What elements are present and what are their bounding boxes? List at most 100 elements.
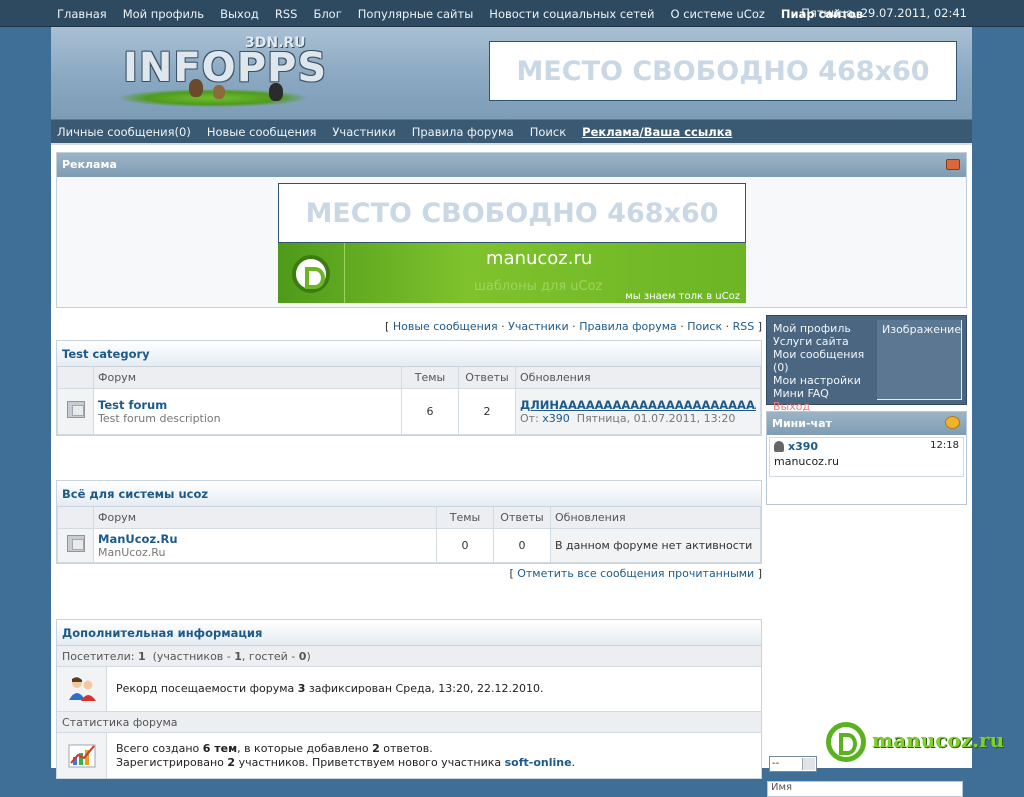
advertising-block-header: Реклама <box>57 153 966 177</box>
quicklink-forum-rules[interactable]: Правила форума <box>579 320 677 333</box>
subnav-advertising-link[interactable]: Реклама/Ваша ссылка <box>582 125 732 139</box>
forum-category: Всё для системы ucoz Форум Темы Ответы О… <box>56 480 762 564</box>
forum-status-cell <box>57 387 94 435</box>
user-menu: Мой профиль Услуги сайта Мои сообщения (… <box>766 315 967 413</box>
last-post-title-link[interactable]: ДЛИНАААААААААААААААААААААААААА... <box>520 398 756 412</box>
manucoz-logo-icon <box>292 255 330 293</box>
chat-name-input[interactable]: Имя <box>767 781 963 797</box>
manucoz-banner-subtitle: шаблоны для uCoz <box>474 279 603 294</box>
forum-stats-label: Статистика форума <box>57 712 761 733</box>
stats-icon-cell <box>57 733 107 778</box>
topnav-popular-sites-link[interactable]: Популярные сайты <box>358 7 474 21</box>
user-menu-links: Мой профиль Услуги сайта Мои сообщения (… <box>773 322 877 413</box>
banner-divider <box>344 243 345 303</box>
usermenu-profile-link[interactable]: Мой профиль <box>773 322 877 335</box>
mark-read-links: [ Отметить все сообщения прочитанными ] <box>509 567 762 580</box>
usermenu-services-link[interactable]: Услуги сайта <box>773 335 877 348</box>
avatar: Изображение <box>877 320 962 400</box>
users-icon <box>69 677 96 701</box>
chat-bubble-icon[interactable] <box>945 416 960 429</box>
quicklink-members[interactable]: Участники <box>508 320 569 333</box>
stats-text: Всего создано 6 тем, в которые добавлено… <box>116 741 576 769</box>
chat-message: x390 12:18 manucoz.ru <box>769 437 964 477</box>
column-header-topics: Темы <box>401 367 459 389</box>
subnav-forum-rules-link[interactable]: Правила форума <box>412 125 514 139</box>
subnav-new-messages-link[interactable]: Новые сообщения <box>207 125 317 139</box>
visitors-guests-count: 0 <box>298 650 307 663</box>
topnav-blog-link[interactable]: Блог <box>313 7 341 21</box>
record-text: Рекорд посещаемости форума 3 зафиксирова… <box>116 682 544 695</box>
forum-name-link[interactable]: Test forum <box>98 398 167 412</box>
forum-folder-icon <box>66 401 85 418</box>
manucoz-ad-banner[interactable]: manucoz.ru шаблоны для uCoz мы знаем тол… <box>278 243 746 303</box>
topnav-profile-link[interactable]: Мой профиль <box>123 7 204 21</box>
subnav-members-link[interactable]: Участники <box>332 125 395 139</box>
forum-topics-count: 6 <box>401 387 459 435</box>
record-count: 3 <box>297 682 306 695</box>
subnav-private-messages-link[interactable]: Личные сообщения(0) <box>57 125 191 139</box>
logo-subtext: 3DN.RU <box>245 35 306 51</box>
mark-all-read-link[interactable]: Отметить все сообщения прочитанными <box>517 567 754 580</box>
page-frame: INFOPPS 3DN.RU МЕСТО СВОБОДНО 468x60 Лич… <box>51 27 972 797</box>
category-title[interactable]: Test category <box>57 341 761 367</box>
stats-users-count: 2 <box>227 755 236 769</box>
current-datetime: Пятница, 29.07.2011, 02:41 <box>801 6 967 20</box>
top-navigation-bar: Главная Мой профиль Выход RSS Блог Попул… <box>0 0 1024 27</box>
mini-chat-header: Мини-чат <box>767 412 966 435</box>
stats-topics-count: 6 тем <box>202 741 238 755</box>
forum-info-cell: ManUcoz.Ru ManUcoz.Ru <box>93 527 437 563</box>
mini-chat: Мини-чат x390 12:18 manucoz.ru <box>766 411 967 505</box>
visitors-count: 1 <box>137 650 146 663</box>
record-icon-cell <box>57 667 107 711</box>
topnav-social-news-link[interactable]: Новости социальных сетей <box>489 7 654 21</box>
usermenu-settings-link[interactable]: Мои настройки <box>773 374 877 387</box>
watermark-text: manucoz.ru <box>872 728 1005 752</box>
forum-description: Test forum description <box>98 411 221 425</box>
topnav-about-ucoz-link[interactable]: О системе uCoz <box>671 7 765 21</box>
usermenu-faq-link[interactable]: Мини FAQ <box>773 387 877 400</box>
usermenu-messages-link[interactable]: Мои сообщения (0) <box>773 348 877 374</box>
forum-info-cell: Test forum Test forum description <box>93 387 402 435</box>
last-post-author-link[interactable]: x390 <box>542 412 570 425</box>
forum-name-link[interactable]: ManUcoz.Ru <box>98 532 178 546</box>
briefcase-icon[interactable] <box>946 159 960 170</box>
forum-category: Test category Форум Темы Ответы Обновлен… <box>56 340 762 436</box>
column-header-forum: Форум <box>93 367 402 389</box>
forum-quick-links: [ Новые сообщения · Участники · Правила … <box>385 320 762 333</box>
forum-replies-count: 0 <box>493 527 551 563</box>
forum-table: Форум Темы Ответы Обновления ManUcoz.Ru … <box>57 507 761 563</box>
mini-chat-title: Мини-чат <box>772 417 832 430</box>
forum-status-cell <box>57 527 94 563</box>
header-ad-banner[interactable]: МЕСТО СВОБОДНО 468x60 <box>489 41 957 101</box>
ad-free-space-banner[interactable]: МЕСТО СВОБОДНО 468x60 <box>278 183 746 243</box>
topnav-logout-link[interactable]: Выход <box>220 7 259 21</box>
forum-last-post-cell: ДЛИНАААААААААААААААААААААААААА... От: x3… <box>515 387 761 435</box>
forum-folder-icon <box>66 535 85 552</box>
statistics-chart-icon <box>68 744 96 768</box>
quicklink-rss[interactable]: RSS <box>733 320 755 333</box>
forum-description: ManUcoz.Ru <box>98 545 166 559</box>
site-logo[interactable]: INFOPPS 3DN.RU <box>117 33 326 117</box>
advertising-block: Реклама МЕСТО СВОБОДНО 468x60 manucoz.ru… <box>56 152 967 308</box>
chat-smiley-select[interactable]: -- <box>769 756 817 772</box>
record-row: Рекорд посещаемости форума 3 зафиксирова… <box>57 667 761 712</box>
column-header-updates: Обновления <box>550 507 761 529</box>
visitors-members-count: 1 <box>234 650 242 663</box>
column-header-topics: Темы <box>436 507 494 529</box>
visitors-row: Посетители: 1 (участников - 1, гостей - … <box>57 646 761 667</box>
manucoz-banner-slogan: мы знаем толк в uCoz <box>625 291 740 302</box>
topnav-rss-link[interactable]: RSS <box>275 7 298 21</box>
topnav-home-link[interactable]: Главная <box>57 7 107 21</box>
column-header-forum: Форум <box>93 507 437 529</box>
quicklink-search[interactable]: Поиск <box>687 320 722 333</box>
column-header-replies: Ответы <box>493 507 551 529</box>
chat-message-time: 12:18 <box>930 440 959 451</box>
advertising-block-title: Реклама <box>62 158 117 171</box>
quicklink-new-messages[interactable]: Новые сообщения <box>393 320 498 333</box>
subnav-search-link[interactable]: Поиск <box>530 125 566 139</box>
category-title[interactable]: Всё для системы ucoz <box>57 481 761 507</box>
additional-info-block: Дополнительная информация Посетители: 1 … <box>56 619 762 779</box>
newest-member-link[interactable]: soft-online <box>505 756 572 769</box>
column-header-replies: Ответы <box>458 367 516 389</box>
manucoz-banner-title: manucoz.ru <box>486 248 593 269</box>
